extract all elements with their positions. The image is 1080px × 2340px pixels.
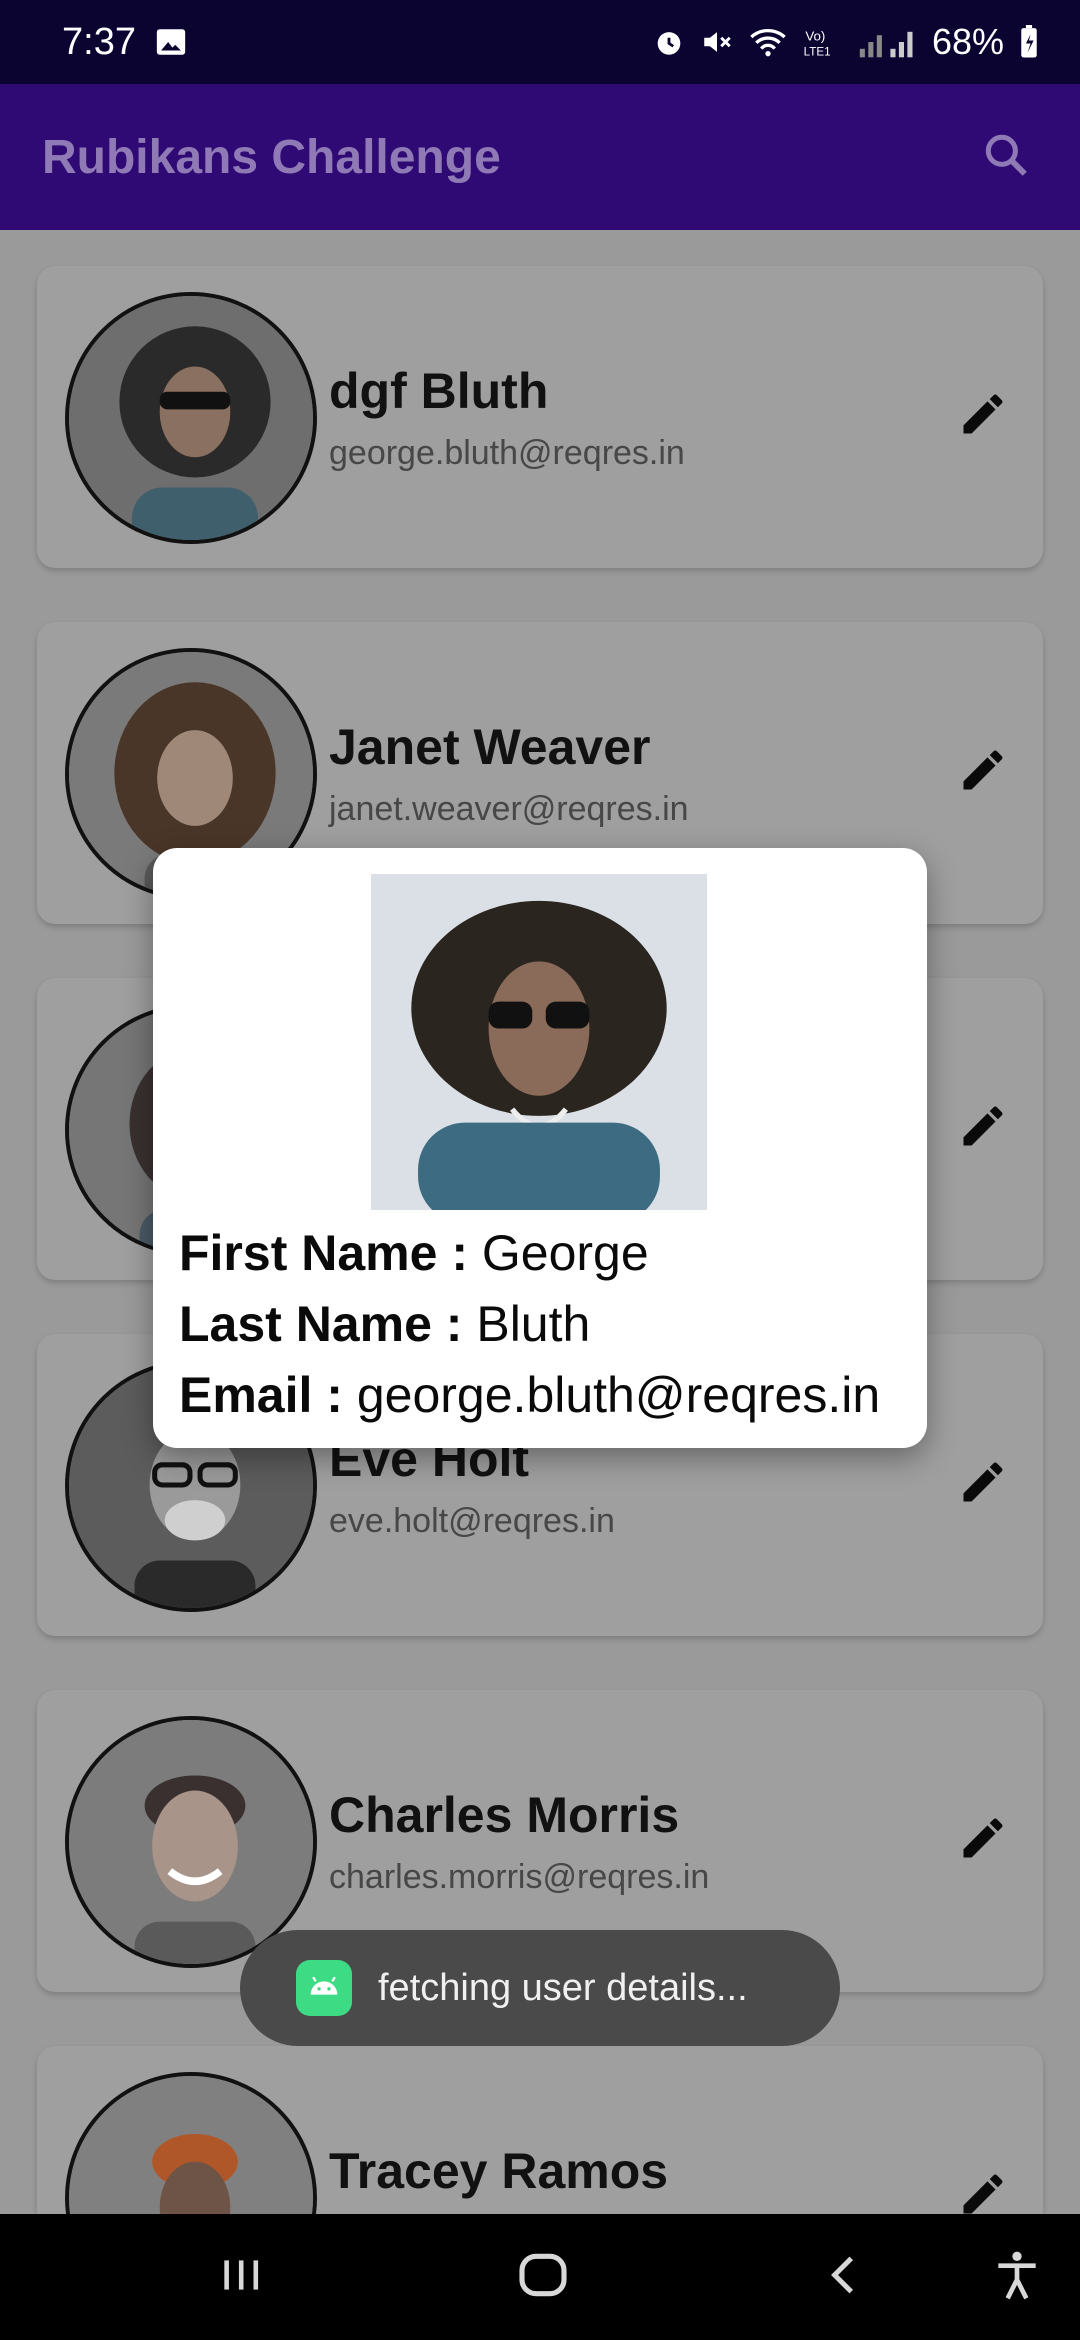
user-email: janet.weaver@reqres.in	[329, 790, 689, 828]
back-icon	[820, 2250, 870, 2305]
svg-text:Vo): Vo)	[805, 28, 825, 43]
email-row: Email : george.bluth@reqres.in	[179, 1360, 880, 1431]
last-name-row: Last Name : Bluth	[179, 1289, 880, 1360]
email-label: Email :	[179, 1367, 343, 1423]
user-name: dgf Bluth	[329, 363, 549, 419]
first-name-row: First Name : George	[179, 1218, 880, 1289]
user-email: george.bluth@reqres.in	[329, 434, 685, 472]
avatar	[65, 2072, 317, 2214]
volte-icon: Vo) LTE1	[802, 25, 842, 59]
user-card[interactable]: dgf Bluth george.bluth@reqres.in	[37, 266, 1043, 568]
alarm-icon	[652, 25, 686, 59]
navigation-bar	[0, 2214, 1080, 2340]
signal-icon	[856, 25, 918, 59]
back-button[interactable]	[812, 2244, 878, 2310]
app-bar: Rubikans Challenge	[0, 84, 1080, 230]
wifi-icon	[748, 25, 788, 59]
battery-percent: 68%	[931, 21, 1004, 62]
user-name: Tracey Ramos	[329, 2143, 669, 2199]
email-value: george.bluth@reqres.in	[356, 1367, 881, 1423]
status-time: 7:37	[62, 20, 136, 63]
svg-text:LTE1: LTE1	[804, 45, 831, 58]
user-details-text: First Name : George Last Name : Bluth Em…	[179, 1218, 880, 1431]
user-name: Janet Weaver	[329, 719, 651, 775]
accessibility-button[interactable]	[984, 2244, 1050, 2310]
user-email: eve.holt@reqres.in	[329, 1502, 615, 1540]
first-name-label: First Name :	[179, 1225, 468, 1281]
search-button[interactable]	[974, 125, 1038, 189]
toast-text: fetching user details...	[378, 1966, 748, 2009]
edit-button[interactable]	[951, 740, 1015, 804]
recents-icon	[216, 2250, 266, 2305]
edit-button[interactable]	[951, 1096, 1015, 1160]
user-email: charles.morris@reqres.in	[329, 1858, 710, 1896]
android-icon	[296, 1960, 352, 2016]
edit-button[interactable]	[951, 1452, 1015, 1516]
home-button[interactable]	[510, 2244, 576, 2310]
edit-button[interactable]	[951, 1808, 1015, 1872]
battery-icon	[1018, 25, 1040, 59]
pencil-icon	[957, 1456, 1009, 1513]
pencil-icon	[957, 1812, 1009, 1869]
pencil-icon	[957, 744, 1009, 801]
edit-button[interactable]	[951, 2164, 1015, 2214]
mute-icon	[700, 25, 734, 59]
user-details-dialog[interactable]: First Name : George Last Name : Bluth Em…	[153, 848, 927, 1448]
pencil-icon	[957, 388, 1009, 445]
pencil-icon	[957, 2168, 1009, 2215]
recents-button[interactable]	[208, 2244, 274, 2310]
last-name-value: Bluth	[476, 1296, 591, 1352]
pencil-icon	[957, 1100, 1009, 1157]
user-card[interactable]: Tracey Ramos	[37, 2046, 1043, 2214]
avatar	[65, 1716, 317, 1968]
first-name-value: George	[481, 1225, 649, 1281]
last-name-label: Last Name :	[179, 1296, 463, 1352]
avatar	[65, 292, 317, 544]
home-icon	[515, 2247, 571, 2308]
user-name: Charles Morris	[329, 1787, 680, 1843]
search-icon	[981, 130, 1031, 185]
user-photo	[371, 874, 707, 1210]
gallery-icon	[154, 25, 188, 59]
toast: fetching user details...	[240, 1930, 840, 2046]
accessibility-icon	[989, 2247, 1045, 2308]
app-title: Rubikans Challenge	[42, 130, 501, 184]
edit-button[interactable]	[951, 384, 1015, 448]
status-bar: 7:37 Vo) LTE1 68%	[0, 0, 1080, 84]
